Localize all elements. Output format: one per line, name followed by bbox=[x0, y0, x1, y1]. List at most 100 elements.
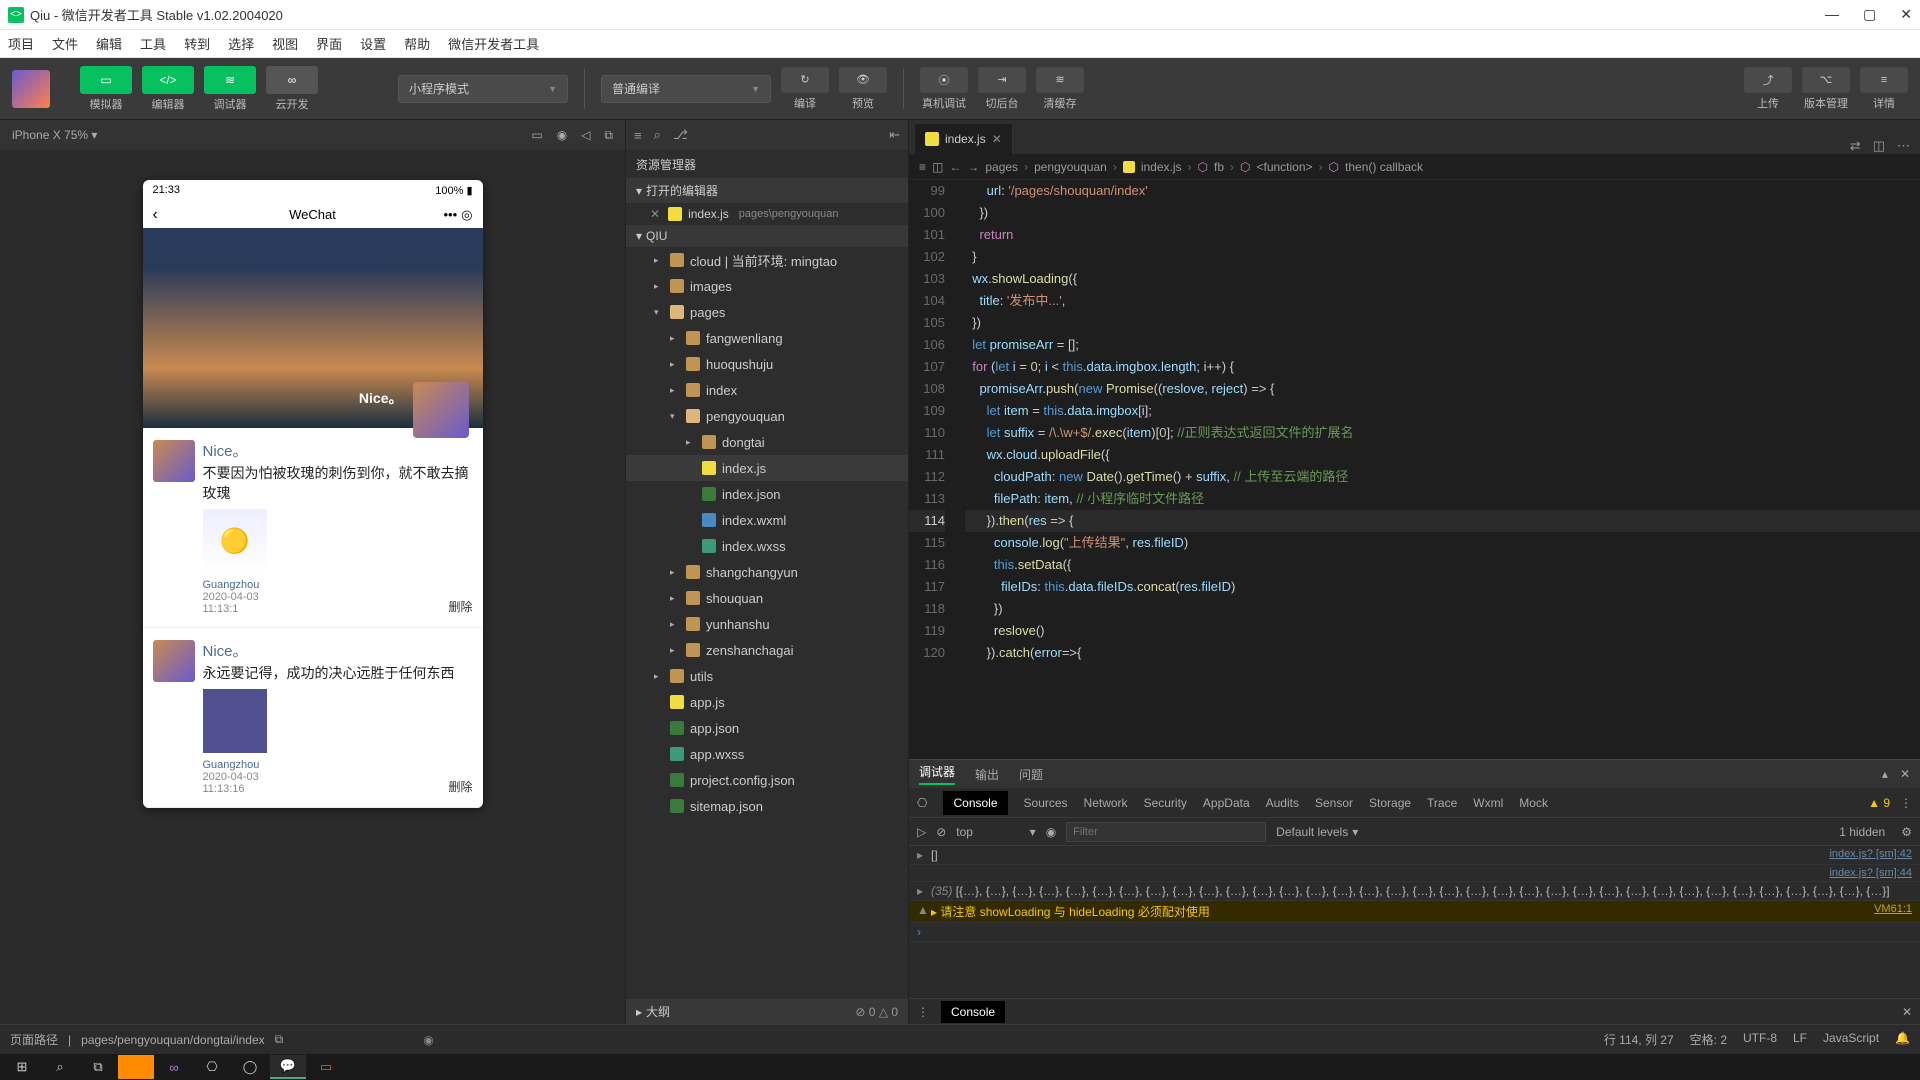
tree-folder-images[interactable]: ▸images bbox=[626, 273, 908, 299]
tree-folder-pengyouquan[interactable]: ▾pengyouquan bbox=[626, 403, 908, 429]
sim-mute-icon[interactable]: ◁ bbox=[581, 128, 590, 143]
tab-audits[interactable]: Audits bbox=[1266, 796, 1299, 810]
console-play-icon[interactable]: ▷ bbox=[917, 825, 926, 839]
close-tab-icon[interactable]: ✕ bbox=[992, 132, 1002, 146]
menu-file[interactable]: 文件 bbox=[52, 34, 78, 53]
bell-icon[interactable]: 🔔 bbox=[1895, 1031, 1910, 1048]
menu-tools[interactable]: 工具 bbox=[140, 34, 166, 53]
taskbar-app[interactable]: ⎔ bbox=[194, 1055, 230, 1079]
mode-dropdown[interactable]: 小程序模式▼ bbox=[398, 75, 568, 103]
tree-file-indexjs[interactable]: index.js bbox=[626, 455, 908, 481]
indent-setting[interactable]: 空格: 2 bbox=[1690, 1031, 1727, 1048]
split-editor-icon[interactable]: ◫ bbox=[1873, 138, 1885, 154]
menu-wechat-devtools[interactable]: 微信开发者工具 bbox=[448, 34, 539, 53]
close-panel-icon[interactable]: ✕ bbox=[1900, 767, 1910, 781]
post-username[interactable]: Nice。 bbox=[203, 440, 473, 461]
drawer-menu-icon[interactable]: ⋮ bbox=[917, 1005, 929, 1019]
remote-debug-button[interactable]: ⦿真机调试 bbox=[920, 67, 968, 111]
menu-project[interactable]: 项目 bbox=[8, 34, 34, 53]
tab-mock[interactable]: Mock bbox=[1519, 796, 1548, 810]
search-icon[interactable]: ⌕ bbox=[654, 127, 661, 143]
tree-file[interactable]: index.wxss bbox=[626, 533, 908, 559]
version-mgmt-button[interactable]: ⌥版本管理 bbox=[1802, 67, 1850, 111]
menu-view[interactable]: 视图 bbox=[272, 34, 298, 53]
eye-icon[interactable]: ◉ bbox=[1046, 825, 1056, 839]
warning-badge[interactable]: ▲ 9 bbox=[1868, 796, 1890, 810]
hero-avatar[interactable] bbox=[413, 382, 469, 438]
tab-debugger[interactable]: 调试器 bbox=[919, 763, 955, 785]
tab-security[interactable]: Security bbox=[1144, 796, 1187, 810]
post-delete-button[interactable]: 删除 bbox=[448, 778, 472, 795]
tab-trace[interactable]: Trace bbox=[1427, 796, 1457, 810]
tree-file[interactable]: app.wxss bbox=[626, 741, 908, 767]
hidden-count[interactable]: 1 hidden bbox=[1839, 825, 1885, 839]
capsule-close-icon[interactable]: ◎ bbox=[461, 207, 472, 223]
code-editor[interactable]: 9910010110210310410510610710810911011111… bbox=[909, 180, 1920, 759]
collapse-icon[interactable]: ⇤ bbox=[889, 127, 900, 143]
tab-output[interactable]: 输出 bbox=[975, 766, 999, 783]
phone-preview[interactable]: 21:33 100% ▮ ‹ WeChat ••• ◎ Nice。 Nice。 bbox=[143, 180, 483, 808]
sim-record-icon[interactable]: ◉ bbox=[557, 128, 567, 143]
background-button[interactable]: ⇥切后台 bbox=[978, 67, 1026, 111]
taskbar-app[interactable] bbox=[118, 1055, 154, 1079]
window-close-icon[interactable]: ✕ bbox=[1900, 6, 1912, 23]
project-root-section[interactable]: ▾QIU bbox=[626, 225, 908, 247]
device-selector[interactable]: iPhone X 75% ▾ bbox=[12, 128, 97, 142]
tab-sensor[interactable]: Sensor bbox=[1315, 796, 1353, 810]
tree-folder-utils[interactable]: ▸utils bbox=[626, 663, 908, 689]
language-mode[interactable]: JavaScript bbox=[1823, 1031, 1879, 1048]
post-location[interactable]: Guangzhou bbox=[203, 759, 260, 771]
editor-toggle[interactable]: </>编辑器 bbox=[142, 66, 194, 112]
clear-cache-button[interactable]: ≋清缓存 bbox=[1036, 67, 1084, 111]
drawer-close-icon[interactable]: ✕ bbox=[1902, 1005, 1912, 1019]
post-location[interactable]: Guangzhou bbox=[203, 579, 260, 591]
taskview-icon[interactable]: ⧉ bbox=[80, 1055, 116, 1079]
tree-folder[interactable]: ▸huoqushuju bbox=[626, 351, 908, 377]
taskbar-chrome[interactable]: ◯ bbox=[232, 1055, 268, 1079]
post-avatar[interactable] bbox=[153, 440, 195, 482]
tab-wxml[interactable]: Wxml bbox=[1473, 796, 1503, 810]
menu-interface[interactable]: 界面 bbox=[316, 34, 342, 53]
code-content[interactable]: url: '/pages/shouquan/index' }) return }… bbox=[955, 180, 1920, 759]
debugger-toggle[interactable]: ≋调试器 bbox=[204, 66, 256, 112]
git-icon[interactable]: ⎇ bbox=[673, 127, 688, 143]
preview-button[interactable]: 👁预览 bbox=[839, 67, 887, 111]
bc-back-icon[interactable]: ← bbox=[949, 160, 961, 174]
tab-sources[interactable]: Sources bbox=[1024, 796, 1068, 810]
menu-goto[interactable]: 转到 bbox=[184, 34, 210, 53]
tree-file[interactable]: app.js bbox=[626, 689, 908, 715]
post-username[interactable]: Nice。 bbox=[203, 640, 473, 661]
tree-folder-pages[interactable]: ▾pages bbox=[626, 299, 908, 325]
close-editor-icon[interactable]: ✕ bbox=[650, 207, 660, 221]
start-icon[interactable]: ⊞ bbox=[4, 1055, 40, 1079]
menu-select[interactable]: 选择 bbox=[228, 34, 254, 53]
tree-folder[interactable]: ▸zenshanchagai bbox=[626, 637, 908, 663]
tree-folder[interactable]: ▸dongtai bbox=[626, 429, 908, 455]
tree-folder[interactable]: ▸shangchangyun bbox=[626, 559, 908, 585]
tree-file[interactable]: index.json bbox=[626, 481, 908, 507]
post-delete-button[interactable]: 删除 bbox=[448, 598, 472, 615]
eol[interactable]: LF bbox=[1793, 1031, 1807, 1048]
tab-problems[interactable]: 问题 bbox=[1019, 766, 1043, 783]
window-minimize-icon[interactable]: — bbox=[1825, 6, 1839, 23]
compile-mode-dropdown[interactable]: 普通编译▼ bbox=[601, 75, 771, 103]
taskbar-app[interactable]: ∞ bbox=[156, 1055, 192, 1079]
page-path[interactable]: pages/pengyouquan/dongtai/index bbox=[81, 1033, 265, 1047]
log-levels-dropdown[interactable]: Default levels ▾ bbox=[1276, 825, 1358, 839]
tab-network[interactable]: Network bbox=[1084, 796, 1128, 810]
compare-icon[interactable]: ⇄ bbox=[1850, 138, 1861, 154]
window-maximize-icon[interactable]: ▢ bbox=[1863, 6, 1876, 23]
encoding[interactable]: UTF-8 bbox=[1743, 1031, 1777, 1048]
eye-icon[interactable]: ◉ bbox=[423, 1033, 433, 1047]
tree-folder[interactable]: ▸fangwenliang bbox=[626, 325, 908, 351]
tab-appdata[interactable]: AppData bbox=[1203, 796, 1250, 810]
tree-file[interactable]: index.wxml bbox=[626, 507, 908, 533]
upload-button[interactable]: ⤴上传 bbox=[1744, 67, 1792, 111]
user-avatar[interactable] bbox=[12, 70, 50, 108]
tab-console[interactable]: Console bbox=[943, 791, 1007, 815]
copy-path-icon[interactable]: ⧉ bbox=[275, 1032, 284, 1047]
more-icon[interactable]: ⋯ bbox=[1897, 138, 1910, 154]
sim-detach-icon[interactable]: ⧉ bbox=[604, 128, 613, 143]
post-image[interactable]: 🟡 bbox=[203, 509, 267, 573]
explorer-icon[interactable]: ≡ bbox=[634, 128, 642, 143]
